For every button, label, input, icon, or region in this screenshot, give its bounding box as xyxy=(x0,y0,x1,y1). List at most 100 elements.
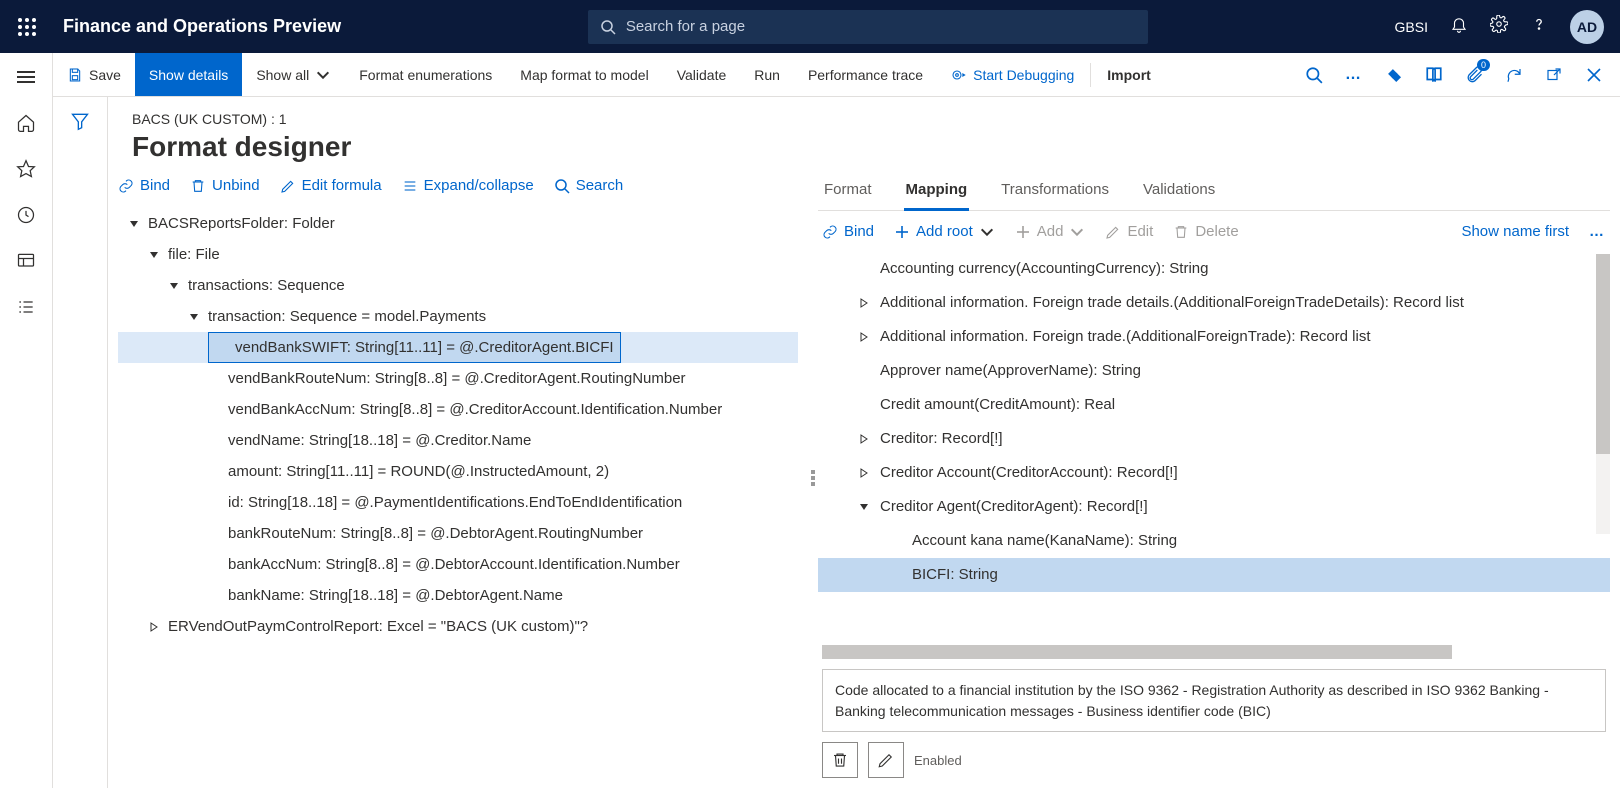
global-search[interactable] xyxy=(588,10,1148,44)
mapping-node[interactable]: BICFI: String xyxy=(818,558,1610,592)
tree-node[interactable]: bankName: String[18..18] = @.DebtorAgent… xyxy=(208,580,798,611)
clock-icon[interactable] xyxy=(16,205,36,225)
mapping-node-label: Additional information. Foreign trade de… xyxy=(880,288,1464,318)
run-button[interactable]: Run xyxy=(740,53,794,96)
mapping-node-label: Credit amount(CreditAmount): Real xyxy=(880,390,1115,420)
mapping-node[interactable]: Approver name(ApproverName): String xyxy=(818,354,1610,388)
map-model-button[interactable]: Map format to model xyxy=(506,53,662,96)
attach-badge: 0 xyxy=(1477,59,1490,71)
workspace-icon[interactable] xyxy=(16,251,36,271)
tree-node[interactable]: transaction: Sequence = model.Payments xyxy=(188,301,798,332)
tree-node-label: bankName: String[18..18] = @.DebtorAgent… xyxy=(228,582,563,609)
right-bind-button[interactable]: Bind xyxy=(822,223,874,240)
unbind-button[interactable]: Unbind xyxy=(190,177,260,194)
mapping-node[interactable]: Accounting currency(AccountingCurrency):… xyxy=(818,252,1610,286)
tree-node[interactable]: ERVendOutPaymControlReport: Excel = "BAC… xyxy=(148,611,798,642)
edit-formula-button[interactable]: Edit formula xyxy=(280,177,382,194)
close-icon[interactable] xyxy=(1584,65,1604,85)
mapping-node[interactable]: Additional information. Foreign trade.(A… xyxy=(818,320,1610,354)
search-input[interactable] xyxy=(626,18,1136,35)
book-icon[interactable] xyxy=(1424,65,1444,85)
caret-down-icon[interactable] xyxy=(168,280,180,292)
bell-icon[interactable] xyxy=(1450,15,1468,38)
search-button[interactable]: Search xyxy=(554,177,624,194)
mapping-tree[interactable]: Accounting currency(AccountingCurrency):… xyxy=(818,244,1610,639)
tree-node[interactable]: vendBankRouteNum: String[8..8] = @.Credi… xyxy=(208,363,798,394)
caret-down-icon[interactable] xyxy=(128,218,140,230)
save-button[interactable]: Save xyxy=(53,53,135,96)
horizontal-scrollbar[interactable] xyxy=(822,645,1452,659)
caret-down-icon[interactable] xyxy=(148,249,160,261)
tree-node[interactable]: id: String[18..18] = @.PaymentIdentifica… xyxy=(208,487,798,518)
tree-node[interactable]: BACSReportsFolder: Folder xyxy=(128,208,798,239)
tab-mapping[interactable]: Mapping xyxy=(904,175,970,211)
filter-icon[interactable] xyxy=(70,111,90,788)
tree-node[interactable]: bankRouteNum: String[8..8] = @.DebtorAge… xyxy=(208,518,798,549)
validate-button[interactable]: Validate xyxy=(663,53,741,96)
caret-right-icon[interactable] xyxy=(858,433,870,445)
tree-node[interactable]: vendBankAccNum: String[8..8] = @.Credito… xyxy=(208,394,798,425)
tab-format[interactable]: Format xyxy=(822,175,874,210)
mapping-node[interactable]: Account kana name(KanaName): String xyxy=(818,524,1610,558)
caret-down-icon[interactable] xyxy=(188,311,200,323)
format-tree[interactable]: BACSReportsFolder: Folderfile: Filetrans… xyxy=(108,200,808,788)
tree-node[interactable]: transactions: Sequence xyxy=(168,270,798,301)
delete-icon-button[interactable] xyxy=(822,742,858,778)
search-icon xyxy=(554,178,570,194)
attach-icon[interactable]: 0 xyxy=(1464,65,1484,85)
right-more-button[interactable]: … xyxy=(1589,223,1606,240)
mapping-node-label: Accounting currency(AccountingCurrency):… xyxy=(880,254,1208,284)
caret-none xyxy=(208,497,220,509)
caret-right-icon[interactable] xyxy=(858,331,870,343)
app-launcher-icon[interactable] xyxy=(0,18,53,36)
popout-icon[interactable] xyxy=(1544,65,1564,85)
diamond-icon[interactable] xyxy=(1384,65,1404,85)
caret-right-icon[interactable] xyxy=(148,621,160,633)
import-button[interactable]: Import xyxy=(1093,53,1165,96)
show-details-button[interactable]: Show details xyxy=(135,53,242,96)
caret-down-icon[interactable] xyxy=(858,501,870,513)
format-enum-button[interactable]: Format enumerations xyxy=(345,53,506,96)
perf-trace-button[interactable]: Performance trace xyxy=(794,53,937,96)
bind-button[interactable]: Bind xyxy=(118,177,170,194)
more-icon[interactable]: … xyxy=(1344,65,1364,85)
tab-validations[interactable]: Validations xyxy=(1141,175,1217,210)
add-root-button[interactable]: Add root xyxy=(894,223,995,240)
mapping-node[interactable]: Creditor: Record[!] xyxy=(818,422,1610,456)
tree-node[interactable]: file: File xyxy=(148,239,798,270)
mapping-node[interactable]: Additional information. Foreign trade de… xyxy=(818,286,1610,320)
company-label[interactable]: GBSI xyxy=(1395,19,1428,35)
find-icon[interactable] xyxy=(1304,65,1324,85)
top-header: Finance and Operations Preview GBSI AD xyxy=(0,0,1620,53)
hamburger-icon[interactable] xyxy=(16,67,36,87)
vertical-scrollbar[interactable] xyxy=(1596,254,1610,534)
star-icon[interactable] xyxy=(16,159,36,179)
mapping-node-label: Account kana name(KanaName): String xyxy=(912,526,1177,556)
tree-node[interactable]: bankAccNum: String[8..8] = @.DebtorAccou… xyxy=(208,549,798,580)
tree-node[interactable]: vendName: String[18..18] = @.Creditor.Na… xyxy=(208,425,798,456)
home-icon[interactable] xyxy=(16,113,36,133)
avatar[interactable]: AD xyxy=(1570,10,1604,44)
tab-transformations[interactable]: Transformations xyxy=(999,175,1111,210)
edit-icon-button[interactable] xyxy=(868,742,904,778)
mapping-node[interactable]: Creditor Account(CreditorAccount): Recor… xyxy=(818,456,1610,490)
link-icon xyxy=(822,224,838,240)
description-box: Code allocated to a financial institutio… xyxy=(822,669,1606,732)
plus-icon xyxy=(1015,224,1031,240)
tree-node[interactable]: vendBankSWIFT: String[11..11] = @.Credit… xyxy=(208,332,621,363)
show-all-button[interactable]: Show all xyxy=(242,53,345,96)
caret-right-icon[interactable] xyxy=(858,297,870,309)
help-icon[interactable] xyxy=(1530,15,1548,38)
show-name-first-button[interactable]: Show name first xyxy=(1461,223,1569,240)
mapping-node-label: Creditor: Record[!] xyxy=(880,424,1003,454)
splitter[interactable] xyxy=(808,171,818,788)
caret-right-icon[interactable] xyxy=(858,467,870,479)
expand-collapse-button[interactable]: Expand/collapse xyxy=(402,177,534,194)
refresh-icon[interactable] xyxy=(1504,65,1524,85)
modules-icon[interactable] xyxy=(16,297,36,317)
tree-node[interactable]: amount: String[11..11] = ROUND(@.Instruc… xyxy=(208,456,798,487)
mapping-node[interactable]: Credit amount(CreditAmount): Real xyxy=(818,388,1610,422)
mapping-node[interactable]: Creditor Agent(CreditorAgent): Record[!] xyxy=(818,490,1610,524)
gear-icon[interactable] xyxy=(1490,15,1508,38)
start-debug-button[interactable]: Start Debugging xyxy=(937,53,1088,96)
